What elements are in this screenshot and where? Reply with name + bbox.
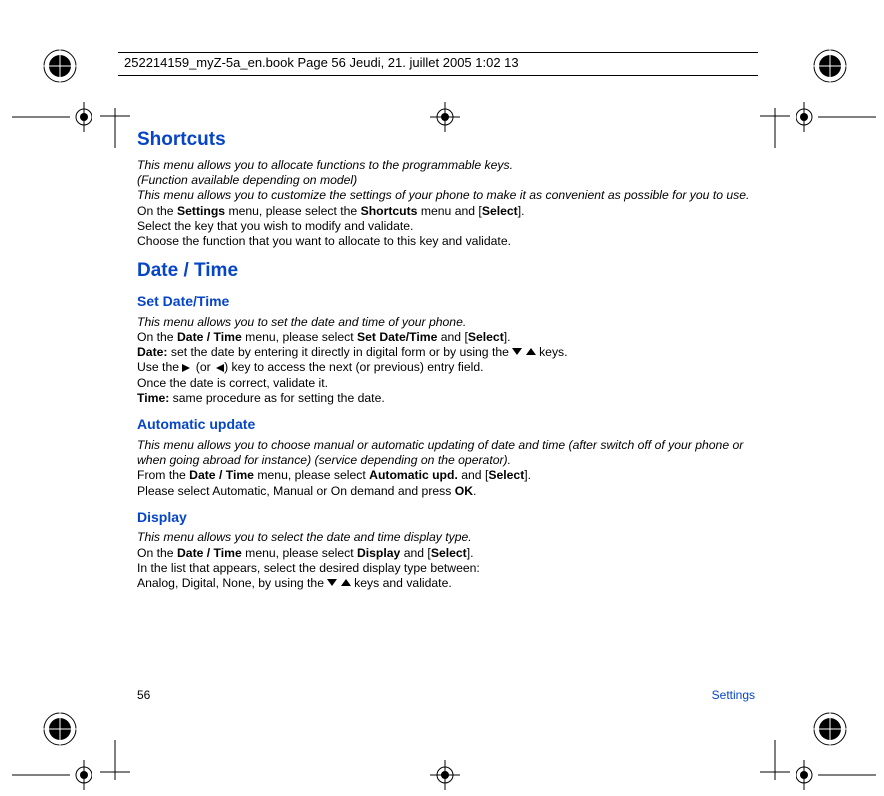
setdt-line2: Date: set the date by entering it direct… (137, 345, 757, 360)
page-content: Shortcuts This menu allows you to alloca… (137, 128, 757, 591)
header-stamp: 252214159_myZ-5a_en.book Page 56 Jeudi, … (124, 55, 519, 70)
up-arrow-icon (526, 345, 536, 360)
auto-line2: Please select Automatic, Manual or On de… (137, 484, 757, 499)
auto-line1: From the Date / Time menu, please select… (137, 468, 757, 483)
page-number: 56 (137, 688, 150, 702)
setdt-line4: Once the date is correct, validate it. (137, 376, 757, 391)
shortcuts-line3: Choose the function that you want to all… (137, 234, 757, 249)
down-arrow-icon (327, 576, 337, 591)
registration-target-br (812, 711, 848, 747)
page-section: Settings (712, 688, 755, 702)
registration-target-bl (42, 711, 78, 747)
registration-target-tl (42, 48, 78, 84)
header-bar: 252214159_myZ-5a_en.book Page 56 Jeudi, … (118, 52, 758, 76)
right-arrow-icon (182, 361, 192, 376)
display-line2: In the list that appears, select the des… (137, 561, 757, 576)
shortcuts-intro2: (Function available depending on model) (137, 173, 757, 188)
setdt-intro: This menu allows you to set the date and… (137, 315, 757, 330)
display-heading: Display (137, 509, 757, 527)
down-arrow-icon (512, 345, 522, 360)
shortcuts-heading: Shortcuts (137, 128, 757, 152)
left-arrow-icon (214, 361, 224, 376)
setdt-line3: Use the (or ) key to access the next (or… (137, 360, 757, 375)
shortcuts-intro1: This menu allows you to allocate functio… (137, 158, 757, 173)
display-line3: Analog, Digital, None, by using the keys… (137, 576, 757, 591)
display-line1: On the Date / Time menu, please select D… (137, 546, 757, 561)
crop-mark-left2 (100, 740, 130, 780)
auto-intro: This menu allows you to choose manual or… (137, 438, 757, 469)
registration-target-tr (812, 48, 848, 84)
setdt-line1: On the Date / Time menu, please select S… (137, 330, 757, 345)
setdt-line5: Time: same procedure as for setting the … (137, 391, 757, 406)
display-intro: This menu allows you to select the date … (137, 530, 757, 545)
crop-mark-br2 (796, 760, 876, 790)
fold-mark-bottom (430, 760, 460, 790)
crop-mark-right2 (760, 740, 790, 780)
crop-mark-left (100, 108, 130, 148)
setdt-heading: Set Date/Time (137, 293, 757, 311)
auto-heading: Automatic update (137, 416, 757, 434)
crop-mark-tr (796, 102, 876, 132)
datetime-heading: Date / Time (137, 259, 757, 283)
shortcuts-line1: On the Settings menu, please select the … (137, 204, 757, 219)
crop-mark-tl (12, 102, 92, 132)
shortcuts-line2: Select the key that you wish to modify a… (137, 219, 757, 234)
shortcuts-intro3: This menu allows you to customize the se… (137, 188, 757, 203)
page-footer: 56 Settings (137, 688, 755, 702)
crop-mark-bl2 (12, 760, 92, 790)
crop-mark-right (760, 108, 790, 148)
up-arrow-icon (341, 576, 351, 591)
